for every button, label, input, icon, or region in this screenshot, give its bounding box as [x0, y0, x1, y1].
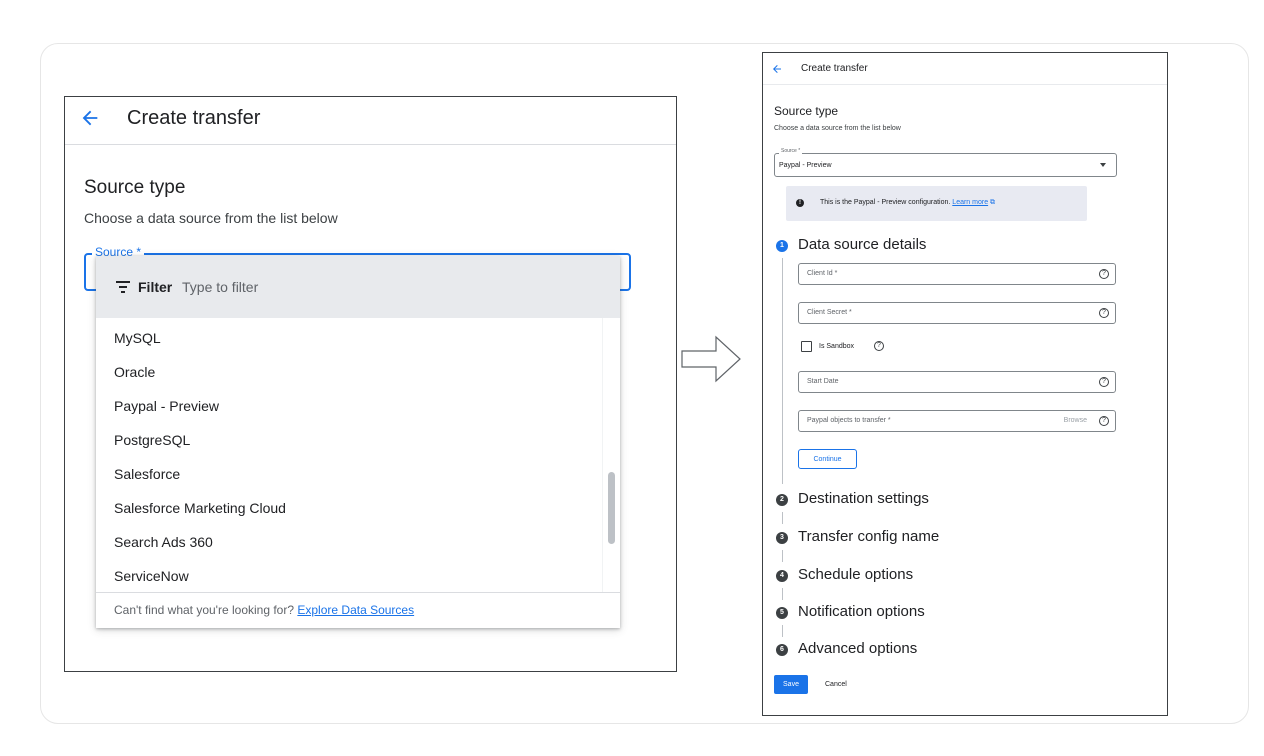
info-text: This is the Paypal - Preview configurati…	[820, 199, 951, 206]
source-option-search-ads-360[interactable]: Search Ads 360	[114, 534, 213, 550]
is-sandbox-checkbox[interactable]	[801, 341, 812, 352]
transition-arrow-icon	[681, 335, 741, 383]
source-option-oracle[interactable]: Oracle	[114, 364, 155, 380]
stepper-line	[782, 512, 783, 524]
external-link-icon: ⧉	[990, 199, 996, 206]
client-secret-field[interactable]: Client Secret * ?	[798, 302, 1116, 324]
start-date-placeholder: Start Date	[807, 378, 839, 385]
save-button[interactable]: Save	[774, 675, 808, 694]
client-secret-placeholder: Client Secret *	[807, 309, 852, 316]
left-header: Create transfer	[65, 97, 676, 145]
source-type-heading: Source type	[84, 177, 186, 198]
step-5-number: 5	[776, 607, 788, 619]
source-type-heading: Source type	[774, 104, 839, 118]
help-icon[interactable]: ?	[1099, 416, 1109, 426]
source-option-servicenow[interactable]: ServiceNow	[114, 568, 189, 584]
stepper-line	[782, 550, 783, 562]
filter-bar[interactable]: Filter Type to filter	[96, 256, 620, 318]
step-6-title[interactable]: Advanced options	[798, 640, 917, 657]
step-3-title[interactable]: Transfer config name	[798, 528, 939, 545]
help-icon[interactable]: ?	[1099, 308, 1109, 318]
source-field-label: Source *	[779, 148, 803, 154]
page-title: Create transfer	[801, 63, 868, 74]
help-icon[interactable]: ?	[1099, 269, 1109, 279]
source-type-subtitle: Choose a data source from the list below	[774, 125, 901, 132]
dropdown-footer: Can't find what you're looking for? Expl…	[96, 592, 620, 628]
source-type-subtitle: Choose a data source from the list below	[84, 210, 338, 226]
step-6-number: 6	[776, 644, 788, 656]
help-icon[interactable]: ?	[874, 341, 884, 351]
footer-text: Can't find what you're looking for?	[114, 603, 295, 617]
dropdown-caret-icon	[1100, 163, 1106, 167]
paypal-objects-field[interactable]: Paypal objects to transfer * Browse ?	[798, 410, 1116, 432]
step-1-title[interactable]: Data source details	[798, 236, 926, 253]
step-2-number: 2	[776, 494, 788, 506]
is-sandbox-label: Is Sandbox	[819, 343, 855, 350]
info-icon: !	[796, 199, 804, 207]
start-date-field[interactable]: Start Date ?	[798, 371, 1116, 393]
scrollbar[interactable]	[602, 318, 620, 592]
continue-button[interactable]: Continue	[798, 449, 857, 469]
step-1-number: 1	[776, 240, 788, 252]
footer-text-wrap: Can't find what you're looking for? Expl…	[114, 603, 414, 617]
step-3-number: 3	[776, 532, 788, 544]
step-5-title[interactable]: Notification options	[798, 603, 925, 620]
filter-label: Filter	[138, 279, 173, 295]
browse-button[interactable]: Browse	[1064, 417, 1087, 424]
stepper-line	[782, 258, 783, 484]
filter-input[interactable]: Type to filter	[182, 279, 258, 295]
filter-icon	[116, 281, 130, 293]
source-field-value: Paypal - Preview	[779, 162, 832, 169]
learn-more-link[interactable]: Learn more	[952, 199, 988, 206]
cancel-button[interactable]: Cancel	[825, 681, 847, 688]
scrollbar-thumb[interactable]	[608, 472, 615, 544]
step-2-title[interactable]: Destination settings	[798, 490, 929, 507]
client-id-placeholder: Client Id *	[807, 270, 838, 277]
back-arrow-icon[interactable]	[79, 107, 101, 129]
source-option-list: MySQL Oracle Paypal - Preview PostgreSQL…	[96, 318, 620, 592]
right-header: Create transfer	[763, 53, 1167, 85]
source-option-postgresql[interactable]: PostgreSQL	[114, 432, 190, 448]
source-option-salesforce[interactable]: Salesforce	[114, 466, 180, 482]
explore-data-sources-link[interactable]: Explore Data Sources	[297, 603, 414, 617]
source-dropdown-menu: Filter Type to filter MySQL Oracle Paypa…	[96, 256, 620, 628]
step-4-title[interactable]: Schedule options	[798, 566, 913, 583]
help-icon[interactable]: ?	[1099, 377, 1109, 387]
stepper-line	[782, 588, 783, 600]
info-banner: ! This is the Paypal - Preview configura…	[786, 186, 1087, 221]
back-arrow-icon[interactable]	[771, 63, 783, 75]
step-4-number: 4	[776, 570, 788, 582]
source-option-mysql[interactable]: MySQL	[114, 330, 161, 346]
source-select[interactable]: Source * Paypal - Preview	[774, 148, 1117, 177]
source-option-paypal-preview[interactable]: Paypal - Preview	[114, 398, 219, 414]
info-text-wrap: This is the Paypal - Preview configurati…	[820, 199, 995, 207]
paypal-objects-placeholder: Paypal objects to transfer *	[807, 417, 891, 424]
stepper-line	[782, 625, 783, 637]
page-title: Create transfer	[127, 107, 261, 129]
right-create-transfer-panel: Create transfer Source type Choose a dat…	[762, 52, 1168, 716]
source-option-salesforce-marketing-cloud[interactable]: Salesforce Marketing Cloud	[114, 500, 286, 516]
client-id-field[interactable]: Client Id * ?	[798, 263, 1116, 285]
